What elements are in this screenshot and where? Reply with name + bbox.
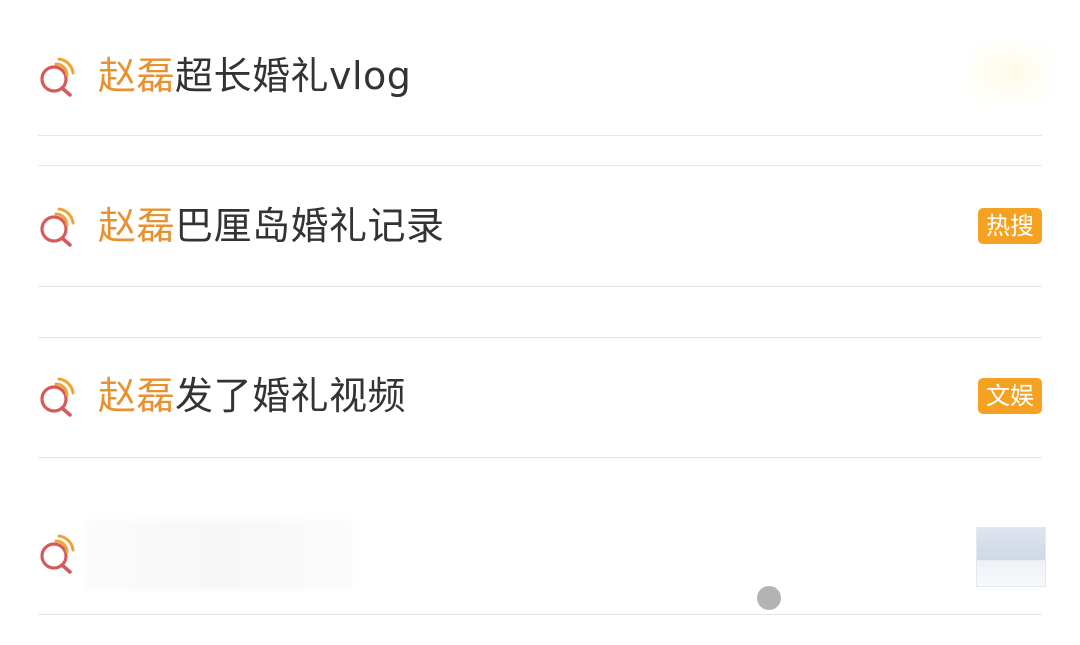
thumbnail: [976, 527, 1046, 587]
keyword-highlight: 赵磊: [98, 54, 176, 98]
suggestion-text: 赵磊超长婚礼vlog: [98, 54, 411, 98]
thumbnail: [968, 42, 1052, 104]
blurred-suggestion-text: [86, 520, 352, 590]
suggestion-item-1[interactable]: 赵磊超长婚礼vlog: [0, 28, 1080, 128]
keyword-highlight: 赵磊: [98, 204, 176, 248]
hot-search-icon: [36, 56, 78, 98]
watermark-icon: [757, 586, 781, 610]
suggestion-text: 赵磊发了婚礼视频: [98, 374, 406, 418]
hot-search-icon: [36, 206, 78, 248]
suggestion-rest: 超长婚礼vlog: [175, 54, 412, 98]
divider: [38, 286, 1042, 287]
hot-search-badge: 热搜: [978, 208, 1042, 244]
divider: [38, 337, 1042, 338]
divider: [38, 457, 1042, 458]
suggestion-item-2[interactable]: 赵磊巴厘岛婚礼记录 热搜: [0, 178, 1080, 278]
suggestion-rest: 巴厘岛婚礼记录: [175, 204, 445, 248]
divider: [38, 165, 1042, 166]
suggestion-item-3[interactable]: 赵磊发了婚礼视频 文娱: [0, 348, 1080, 448]
divider: [38, 135, 1042, 136]
suggestion-rest: 发了婚礼视频: [175, 374, 407, 418]
hot-search-icon: [36, 533, 78, 575]
hot-search-icon: [36, 376, 78, 418]
keyword-highlight: 赵磊: [98, 374, 176, 418]
divider: [38, 614, 1042, 615]
entertainment-badge: 文娱: [978, 378, 1042, 414]
suggestion-text: 赵磊巴厘岛婚礼记录: [98, 204, 445, 248]
